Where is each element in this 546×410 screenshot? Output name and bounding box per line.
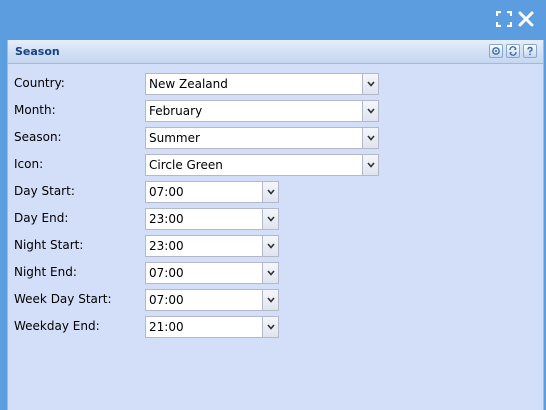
day-start-dropdown-trigger[interactable]: [262, 181, 279, 203]
maximize-button[interactable]: [496, 11, 512, 27]
form-row-weekday-end: Weekday End: 21:00: [14, 316, 534, 338]
night-start-label: Night Start:: [14, 238, 84, 252]
country-combo[interactable]: New Zealand: [145, 73, 379, 95]
form-row-night-start: Night Start: 23:00: [14, 235, 534, 257]
week-day-start-dropdown-trigger[interactable]: [262, 289, 279, 311]
form-row-week-day-start: Week Day Start: 07:00: [14, 289, 534, 311]
day-start-value: 07:00: [149, 185, 184, 199]
gear-icon: [492, 47, 500, 55]
refresh-icon: [509, 46, 517, 56]
form-row-day-end: Day End: 23:00: [14, 208, 534, 230]
chevron-down-icon: [266, 189, 275, 195]
weekday-end-dropdown-trigger[interactable]: [262, 316, 279, 338]
season-label: Season:: [14, 130, 62, 144]
chevron-down-icon: [366, 135, 375, 141]
season-panel: Season Country: New Zealand Month: Febru…: [7, 40, 544, 410]
day-end-combo[interactable]: 23:00: [145, 208, 279, 230]
month-label: Month:: [14, 103, 56, 117]
season-combo[interactable]: Summer: [145, 127, 379, 149]
day-end-value: 23:00: [149, 212, 184, 226]
chevron-down-icon: [366, 81, 375, 87]
panel-title: Season: [15, 45, 60, 58]
form-row-night-end: Night End: 07:00: [14, 262, 534, 284]
day-end-dropdown-trigger[interactable]: [262, 208, 279, 230]
form-row-day-start: Day Start: 07:00: [14, 181, 534, 203]
week-day-start-label: Week Day Start:: [14, 292, 112, 306]
close-icon: [518, 11, 534, 27]
form-row-month: Month: February: [14, 100, 534, 122]
chevron-down-icon: [366, 162, 375, 168]
window: Season Country: New Zealand Month: Febru…: [0, 0, 546, 410]
chevron-down-icon: [266, 324, 275, 330]
panel-header: Season: [8, 40, 543, 64]
refresh-tool-button[interactable]: [506, 44, 520, 58]
close-button[interactable]: [518, 11, 534, 27]
form-row-season: Season: Summer: [14, 127, 534, 149]
night-end-combo[interactable]: 07:00: [145, 262, 279, 284]
country-dropdown-trigger[interactable]: [362, 73, 379, 95]
country-value: New Zealand: [149, 77, 228, 91]
chevron-down-icon: [366, 108, 375, 114]
weekday-end-combo[interactable]: 21:00: [145, 316, 279, 338]
chevron-down-icon: [266, 243, 275, 249]
month-value: February: [149, 104, 203, 118]
icon-combo[interactable]: Circle Green: [145, 154, 379, 176]
icon-dropdown-trigger[interactable]: [362, 154, 379, 176]
month-combo[interactable]: February: [145, 100, 379, 122]
night-start-combo[interactable]: 23:00: [145, 235, 279, 257]
week-day-start-value: 07:00: [149, 293, 184, 307]
night-end-dropdown-trigger[interactable]: [262, 262, 279, 284]
help-tool-button[interactable]: [523, 44, 537, 58]
night-start-value: 23:00: [149, 239, 184, 253]
maximize-icon: [496, 11, 512, 27]
settings-tool-button[interactable]: [489, 44, 503, 58]
weekday-end-value: 21:00: [149, 320, 184, 334]
day-end-label: Day End:: [14, 211, 69, 225]
season-value: Summer: [149, 131, 200, 145]
day-start-combo[interactable]: 07:00: [145, 181, 279, 203]
night-end-label: Night End:: [14, 265, 77, 279]
weekday-end-label: Weekday End:: [14, 319, 100, 333]
country-label: Country:: [14, 76, 65, 90]
night-start-dropdown-trigger[interactable]: [262, 235, 279, 257]
season-dropdown-trigger[interactable]: [362, 127, 379, 149]
chevron-down-icon: [266, 216, 275, 222]
day-start-label: Day Start:: [14, 184, 75, 198]
icon-value: Circle Green: [149, 158, 223, 172]
form-row-country: Country: New Zealand: [14, 73, 534, 95]
form-row-icon: Icon: Circle Green: [14, 154, 534, 176]
chevron-down-icon: [266, 270, 275, 276]
chevron-down-icon: [266, 297, 275, 303]
icon-label: Icon:: [14, 157, 44, 171]
month-dropdown-trigger[interactable]: [362, 100, 379, 122]
night-end-value: 07:00: [149, 266, 184, 280]
week-day-start-combo[interactable]: 07:00: [145, 289, 279, 311]
window-titlebar: [0, 0, 546, 38]
help-icon: [527, 46, 533, 56]
